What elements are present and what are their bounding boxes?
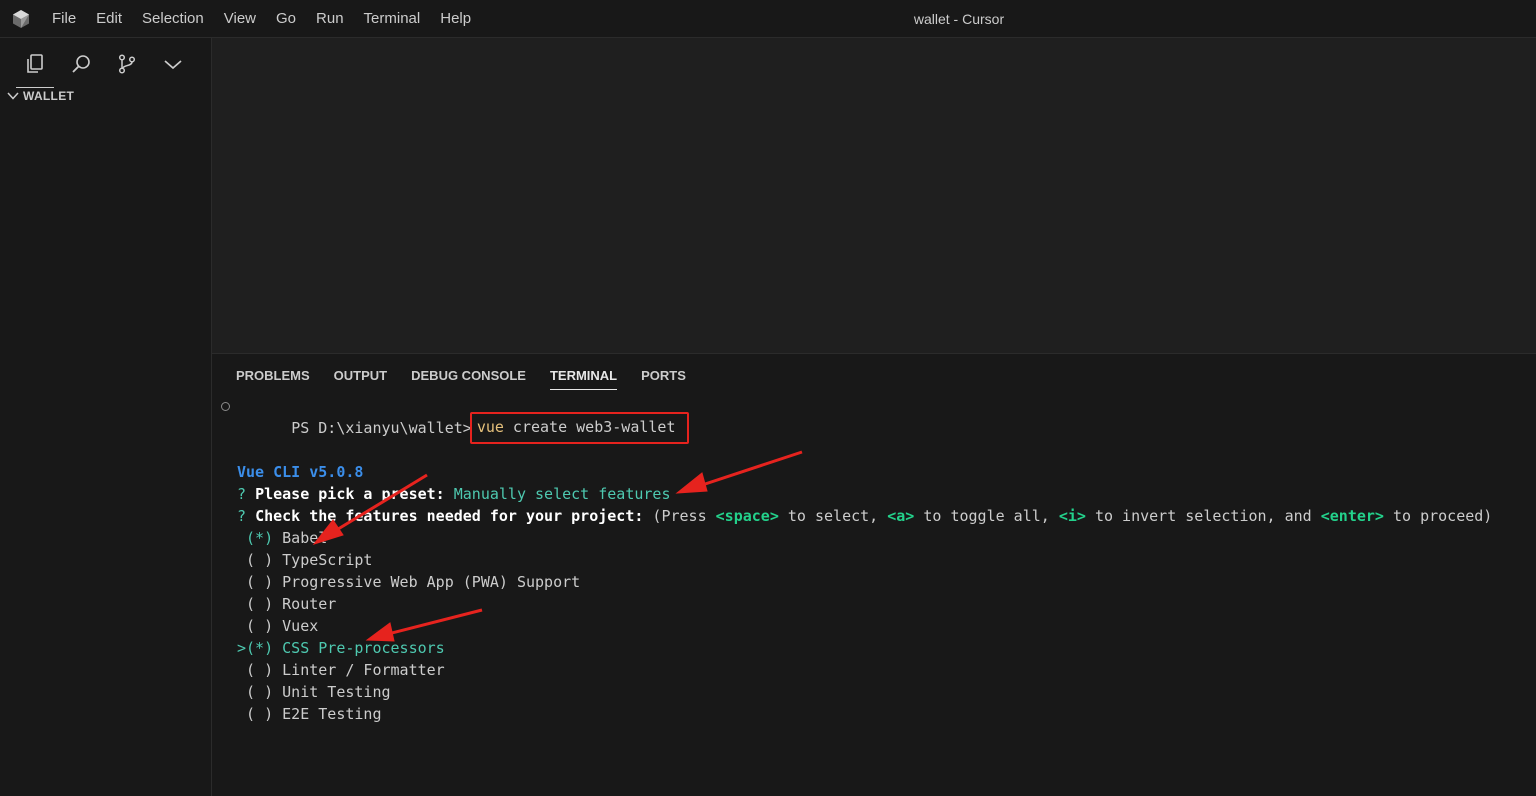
source-control-icon (118, 54, 136, 74)
feature-option[interactable]: ( ) Progressive Web App (PWA) Support (237, 571, 1536, 593)
feature-option[interactable]: ( ) Router (237, 593, 1536, 615)
command-args: create web3-wallet (503, 418, 676, 436)
feature-option[interactable]: ( ) Unit Testing (237, 681, 1536, 703)
bottom-panel: PROBLEMS OUTPUT DEBUG CONSOLE TERMINAL P… (212, 353, 1536, 796)
menu-edit[interactable]: Edit (86, 0, 132, 38)
menu-view[interactable]: View (214, 0, 266, 38)
feature-option[interactable]: (*) Babel (237, 527, 1536, 549)
cursor-logo-icon (13, 10, 29, 28)
highlighted-command: vue create web3-wallet (469, 412, 689, 444)
tab-output[interactable]: OUTPUT (322, 362, 399, 390)
feature-option[interactable]: ( ) E2E Testing (237, 703, 1536, 725)
explorer-folder-title: WALLET (23, 89, 75, 103)
chevron-down-icon (7, 92, 19, 100)
tab-terminal[interactable]: TERMINAL (538, 362, 629, 390)
tab-ports[interactable]: PORTS (629, 362, 698, 390)
menu-bar: File Edit Selection View Go Run Terminal… (42, 0, 481, 38)
terminal-prompt-line: PS D:\xianyu\wallet> vue create web3-wall… (221, 395, 1536, 444)
activity-bar (12, 44, 196, 88)
menu-terminal[interactable]: Terminal (354, 0, 431, 38)
search-button[interactable] (58, 44, 104, 84)
menu-file[interactable]: File (42, 0, 86, 38)
terminal-output[interactable]: PS D:\xianyu\wallet> vue create web3-wall… (221, 395, 1536, 796)
terminal-prompt: PS D:\xianyu\wallet> (291, 419, 472, 437)
more-views-button[interactable] (150, 44, 196, 84)
vue-cli-version: Vue CLI v5.0.8 (237, 463, 364, 481)
feature-option-focused[interactable]: >(*) CSS Pre-processors (237, 637, 1536, 659)
feature-option[interactable]: ( ) Vuex (237, 615, 1536, 637)
command-status-icon (221, 402, 230, 411)
panel-tabs: PROBLEMS OUTPUT DEBUG CONSOLE TERMINAL P… (224, 362, 698, 390)
menu-selection[interactable]: Selection (132, 0, 214, 38)
feature-option[interactable]: ( ) TypeScript (237, 549, 1536, 571)
editor-area[interactable] (212, 38, 1536, 353)
explorer-button[interactable] (12, 44, 58, 88)
feature-option[interactable]: ( ) Linter / Formatter (237, 659, 1536, 681)
files-icon (27, 54, 43, 73)
features-question: ? Check the features needed for your pro… (237, 507, 1493, 525)
chevron-down-icon (164, 60, 182, 70)
tab-problems[interactable]: PROBLEMS (224, 362, 322, 390)
tab-debug-console[interactable]: DEBUG CONSOLE (399, 362, 538, 390)
search-icon (72, 55, 90, 73)
source-control-button[interactable] (104, 44, 150, 84)
preset-question: ? Please pick a preset: Manually select … (237, 485, 671, 503)
sidebar: WALLET (0, 38, 212, 796)
menu-run[interactable]: Run (306, 0, 354, 38)
explorer-folder-header[interactable]: WALLET (6, 86, 74, 106)
menu-help[interactable]: Help (430, 0, 481, 38)
command-word: vue (476, 418, 504, 436)
title-bar: File Edit Selection View Go Run Terminal… (0, 0, 1536, 38)
menu-go[interactable]: Go (266, 0, 306, 38)
